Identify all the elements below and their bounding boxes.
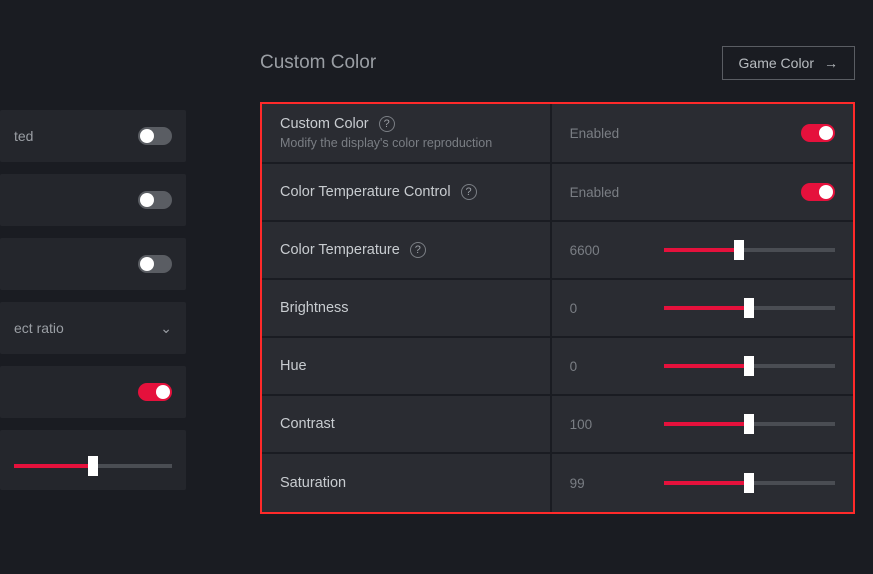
- toggle[interactable]: [138, 127, 172, 145]
- game-color-button[interactable]: Game Color →: [722, 46, 855, 80]
- setting-value: 0: [570, 301, 650, 316]
- sidebar: ted ect ratio ⌄: [0, 0, 200, 574]
- setting-label: Saturation: [280, 475, 346, 491]
- chevron-down-icon: ⌄: [160, 320, 172, 337]
- sidebar-slider-card: [0, 430, 186, 490]
- color-temperature-control-toggle[interactable]: [801, 183, 835, 201]
- header: Custom Color Game Color →: [260, 46, 855, 80]
- row-custom-color: Custom Color ? Modify the display's colo…: [262, 104, 853, 164]
- toggle[interactable]: [138, 191, 172, 209]
- arrow-right-icon: →: [824, 55, 838, 71]
- setting-label: Brightness: [280, 300, 349, 316]
- setting-value: Enabled: [570, 185, 650, 200]
- help-icon[interactable]: ?: [379, 116, 395, 132]
- brightness-slider[interactable]: [664, 300, 835, 316]
- row-color-temperature: Color Temperature ? 6600: [262, 222, 853, 280]
- sidebar-item-label: ted: [14, 128, 33, 144]
- custom-color-toggle[interactable]: [801, 124, 835, 142]
- row-saturation: Saturation 99: [262, 454, 853, 512]
- setting-label: Hue: [280, 358, 307, 374]
- toggle[interactable]: [138, 255, 172, 273]
- setting-value: 0: [570, 359, 650, 374]
- row-contrast: Contrast 100: [262, 396, 853, 454]
- row-color-temperature-control: Color Temperature Control ? Enabled: [262, 164, 853, 222]
- setting-value: 100: [570, 417, 650, 432]
- main: Custom Color Game Color → Custom Color ?…: [200, 0, 873, 574]
- sidebar-item-0[interactable]: ted: [0, 110, 186, 162]
- settings-panel: Custom Color ? Modify the display's colo…: [260, 102, 855, 514]
- row-hue: Hue 0: [262, 338, 853, 396]
- toggle[interactable]: [138, 383, 172, 401]
- setting-label: Custom Color: [280, 116, 369, 132]
- sidebar-item-4[interactable]: [0, 366, 186, 418]
- setting-value: 99: [570, 476, 650, 491]
- row-brightness: Brightness 0: [262, 280, 853, 338]
- setting-value: 6600: [570, 243, 650, 258]
- hue-slider[interactable]: [664, 358, 835, 374]
- saturation-slider[interactable]: [664, 475, 835, 491]
- page-title: Custom Color: [260, 52, 376, 74]
- setting-sublabel: Modify the display's color reproduction: [280, 136, 532, 150]
- sidebar-item-label: ect ratio: [14, 320, 64, 336]
- sidebar-item-1[interactable]: [0, 174, 186, 226]
- root: ted ect ratio ⌄ Cu: [0, 0, 873, 574]
- help-icon[interactable]: ?: [461, 184, 477, 200]
- setting-label: Color Temperature Control: [280, 184, 451, 200]
- setting-value: Enabled: [570, 126, 650, 141]
- contrast-slider[interactable]: [664, 416, 835, 432]
- sidebar-item-aspect-ratio[interactable]: ect ratio ⌄: [0, 302, 186, 354]
- help-icon[interactable]: ?: [410, 242, 426, 258]
- setting-label: Color Temperature: [280, 242, 400, 258]
- button-label: Game Color: [739, 55, 814, 71]
- sidebar-item-2[interactable]: [0, 238, 186, 290]
- setting-label: Contrast: [280, 416, 335, 432]
- sidebar-slider[interactable]: [14, 458, 172, 474]
- color-temperature-slider[interactable]: [664, 242, 835, 258]
